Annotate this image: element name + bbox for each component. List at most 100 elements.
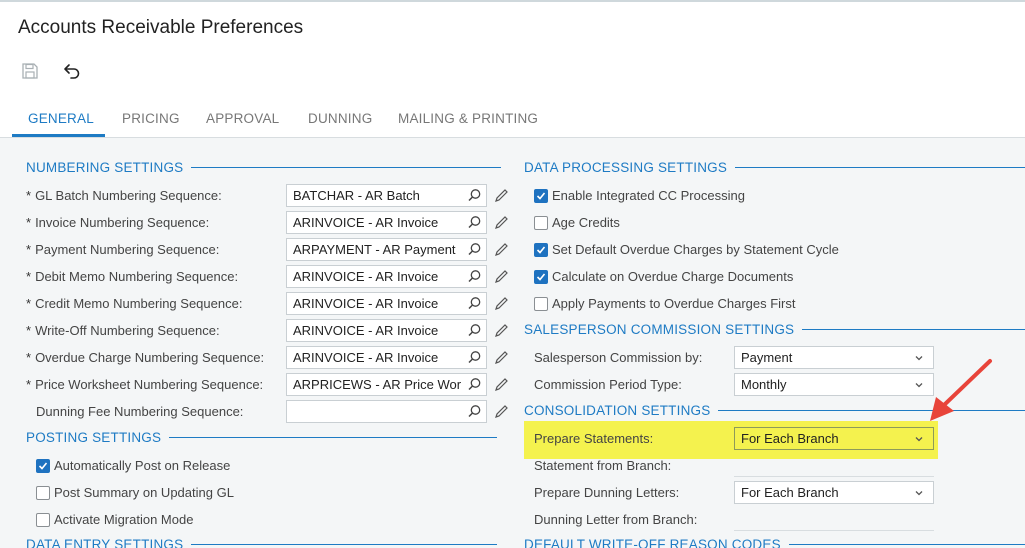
- edit-pencil-icon[interactable]: [494, 188, 509, 203]
- price-worksheet-seq-label: * Price Worksheet Numbering Sequence:: [26, 377, 264, 392]
- section-numbering-settings: NUMBERING SETTINGS: [26, 160, 502, 175]
- commission-period-label: Commission Period Type:: [534, 377, 682, 392]
- calculate-overdue-label: Calculate on Overdue Charge Documents: [552, 269, 794, 284]
- calculate-overdue-checkbox[interactable]: Calculate on Overdue Charge Documents: [534, 269, 793, 284]
- prepare-dunning-dropdown[interactable]: For Each Branch: [734, 481, 934, 504]
- search-icon[interactable]: [467, 269, 482, 284]
- checkbox-unchecked[interactable]: [36, 512, 50, 527]
- write-off-sequence-value: ARINVOICE - AR Invoice: [293, 323, 439, 338]
- gl-batch-label: * GL Batch Numbering Sequence:: [26, 188, 222, 203]
- edit-pencil-icon[interactable]: [494, 296, 509, 311]
- section-posting-settings: POSTING SETTINGS: [26, 430, 498, 445]
- write-off-sequence-selector[interactable]: ARINVOICE - AR Invoice: [286, 319, 487, 342]
- commission-period-value: Monthly: [741, 377, 787, 392]
- search-icon[interactable]: [467, 242, 482, 257]
- prepare-statements-value: For Each Branch: [741, 431, 839, 446]
- tab-general[interactable]: GENERAL: [28, 111, 94, 126]
- chevron-down-icon[interactable]: [914, 434, 924, 444]
- invoice-sequence-selector[interactable]: ARINVOICE - AR Invoice: [286, 211, 487, 234]
- overdue-charge-sequence-selector[interactable]: ARINVOICE - AR Invoice: [286, 346, 487, 369]
- chevron-down-icon[interactable]: [914, 488, 924, 498]
- statement-from-branch-label: Statement from Branch:: [534, 458, 672, 473]
- search-icon[interactable]: [467, 377, 482, 392]
- invoice-sequence-value: ARINVOICE - AR Invoice: [293, 215, 439, 230]
- edit-pencil-icon[interactable]: [494, 323, 509, 338]
- tab-approval[interactable]: APPROVAL: [206, 111, 279, 126]
- commission-by-label: Salesperson Commission by:: [534, 350, 703, 365]
- debit-memo-seq-label: * Debit Memo Numbering Sequence:: [26, 269, 239, 284]
- commission-by-dropdown[interactable]: Payment: [734, 346, 934, 369]
- search-icon[interactable]: [467, 350, 482, 365]
- search-icon[interactable]: [467, 323, 482, 338]
- overdue-charge-sequence-value: ARINVOICE - AR Invoice: [293, 350, 439, 365]
- edit-pencil-icon[interactable]: [494, 377, 509, 392]
- dunning-from-branch-label: Dunning Letter from Branch:: [534, 512, 698, 527]
- edit-pencil-icon[interactable]: [494, 269, 509, 284]
- enable-cc-label: Enable Integrated CC Processing: [552, 188, 745, 203]
- dunning-from-branch-field[interactable]: [734, 508, 934, 531]
- checkbox-unchecked[interactable]: [534, 296, 548, 311]
- enable-cc-processing-checkbox[interactable]: Enable Integrated CC Processing: [534, 188, 745, 203]
- section-data-entry-settings: DATA ENTRY SETTINGS: [26, 537, 498, 548]
- tab-dunning[interactable]: DUNNING: [308, 111, 372, 126]
- auto-post-label: Automatically Post on Release: [54, 458, 231, 473]
- migration-mode-checkbox[interactable]: Activate Migration Mode: [36, 512, 193, 527]
- dunning-fee-seq-label: Dunning Fee Numbering Sequence:: [36, 404, 244, 419]
- default-overdue-label: Set Default Overdue Charges by Statement…: [552, 242, 839, 257]
- commission-period-dropdown[interactable]: Monthly: [734, 373, 934, 396]
- checkbox-checked[interactable]: [534, 188, 548, 203]
- write-off-seq-label: * Write-Off Numbering Sequence:: [26, 323, 220, 338]
- checkbox-checked[interactable]: [534, 269, 548, 284]
- migration-mode-label: Activate Migration Mode: [54, 512, 194, 527]
- edit-pencil-icon[interactable]: [494, 242, 509, 257]
- prepare-dunning-value: For Each Branch: [741, 485, 839, 500]
- search-icon[interactable]: [467, 215, 482, 230]
- credit-memo-sequence-selector[interactable]: ARINVOICE - AR Invoice: [286, 292, 487, 315]
- checkbox-unchecked[interactable]: [36, 485, 50, 500]
- age-credits-label: Age Credits: [552, 215, 620, 230]
- prepare-statements-label: Prepare Statements:: [534, 431, 654, 446]
- statement-from-branch-field[interactable]: [734, 454, 934, 477]
- credit-memo-seq-label: * Credit Memo Numbering Sequence:: [26, 296, 243, 311]
- edit-pencil-icon[interactable]: [494, 215, 509, 230]
- gl-batch-sequence-selector[interactable]: BATCHAR - AR Batch: [286, 184, 487, 207]
- age-credits-checkbox[interactable]: Age Credits: [534, 215, 620, 230]
- section-data-processing-settings: DATA PROCESSING SETTINGS: [524, 160, 1025, 175]
- section-salesperson-commission: SALESPERSON COMMISSION SETTINGS: [524, 322, 1025, 337]
- auto-post-on-release-checkbox[interactable]: Automatically Post on Release: [36, 458, 230, 473]
- dunning-fee-sequence-selector[interactable]: [286, 400, 487, 423]
- payment-sequence-selector[interactable]: ARPAYMENT - AR Payment: [286, 238, 487, 261]
- checkbox-unchecked[interactable]: [534, 215, 548, 230]
- search-icon[interactable]: [467, 404, 482, 419]
- commission-by-value: Payment: [741, 350, 793, 365]
- page-title: Accounts Receivable Preferences: [18, 17, 304, 38]
- edit-pencil-icon[interactable]: [494, 350, 509, 365]
- tab-pricing[interactable]: PRICING: [122, 111, 180, 126]
- prepare-dunning-label: Prepare Dunning Letters:: [534, 485, 680, 500]
- annotation-arrow-icon: [930, 359, 992, 421]
- payment-sequence-value: ARPAYMENT - AR Payment: [293, 242, 456, 257]
- top-border: [0, 0, 1025, 2]
- payment-seq-label: * Payment Numbering Sequence:: [26, 242, 220, 257]
- invoice-seq-label: * Invoice Numbering Sequence:: [26, 215, 210, 230]
- checkbox-checked[interactable]: [36, 458, 50, 473]
- apply-payments-label: Apply Payments to Overdue Charges First: [552, 296, 796, 311]
- search-icon[interactable]: [467, 296, 482, 311]
- undo-icon[interactable]: [62, 60, 82, 80]
- edit-pencil-icon[interactable]: [494, 404, 509, 419]
- post-summary-checkbox[interactable]: Post Summary on Updating GL: [36, 485, 234, 500]
- overdue-charge-seq-label: * Overdue Charge Numbering Sequence:: [26, 350, 265, 365]
- section-write-off-reason-codes: DEFAULT WRITE-OFF REASON CODES: [524, 537, 1025, 548]
- debit-memo-sequence-selector[interactable]: ARINVOICE - AR Invoice: [286, 265, 487, 288]
- checkbox-checked[interactable]: [534, 242, 548, 257]
- tab-mailing-printing[interactable]: MAILING & PRINTING: [398, 111, 538, 126]
- apply-payments-overdue-checkbox[interactable]: Apply Payments to Overdue Charges First: [534, 296, 796, 311]
- gl-batch-sequence-value: BATCHAR - AR Batch: [293, 188, 420, 203]
- price-worksheet-sequence-selector[interactable]: ARPRICEWS - AR Price Wor: [286, 373, 487, 396]
- save-icon[interactable]: [20, 61, 40, 81]
- default-overdue-charges-checkbox[interactable]: Set Default Overdue Charges by Statement…: [534, 242, 839, 257]
- credit-memo-sequence-value: ARINVOICE - AR Invoice: [293, 296, 439, 311]
- debit-memo-sequence-value: ARINVOICE - AR Invoice: [293, 269, 439, 284]
- prepare-statements-dropdown[interactable]: For Each Branch: [734, 427, 934, 450]
- search-icon[interactable]: [467, 188, 482, 203]
